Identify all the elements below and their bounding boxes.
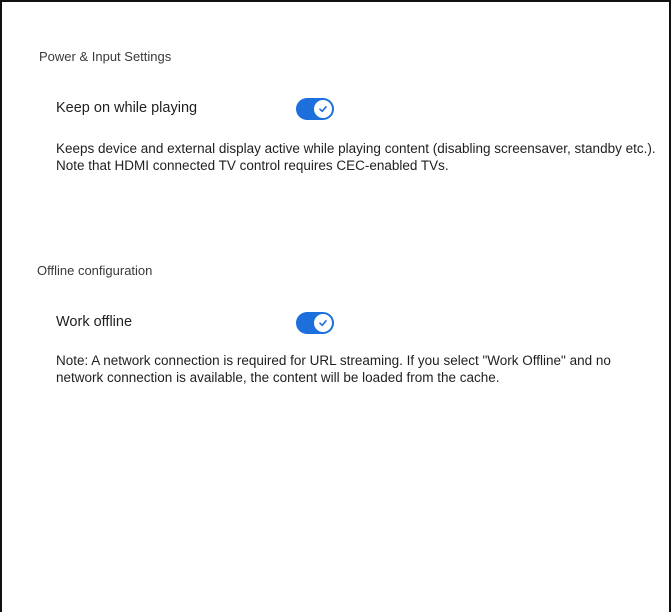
keep-on-description: Keeps device and external display active… — [56, 140, 656, 174]
power-input-settings-heading: Power & Input Settings — [39, 49, 172, 64]
toggle-knob — [314, 100, 332, 118]
work-offline-toggle[interactable] — [296, 312, 334, 334]
keep-on-while-playing-toggle[interactable] — [296, 98, 334, 120]
keep-on-description-line: Keeps device and external display active… — [56, 141, 656, 156]
keep-on-while-playing-label: Keep on while playing — [56, 100, 198, 116]
work-offline-note: Note: A network connection is required f… — [56, 353, 611, 385]
settings-panel: Power & Input Settings Keep on while pla… — [0, 0, 671, 612]
cec-note-line: Note that HDMI connected TV control requ… — [56, 158, 449, 173]
work-offline-label: Work offline — [56, 314, 133, 330]
toggle-knob — [314, 314, 332, 332]
keep-on-while-playing-setting: Keep on while playing — [56, 98, 356, 122]
work-offline-description: Note: A network connection is required f… — [56, 352, 656, 386]
offline-configuration-heading: Offline configuration — [37, 263, 153, 278]
checkmark-icon — [319, 320, 327, 327]
checkmark-icon — [319, 106, 327, 113]
work-offline-setting: Work offline — [56, 312, 356, 336]
